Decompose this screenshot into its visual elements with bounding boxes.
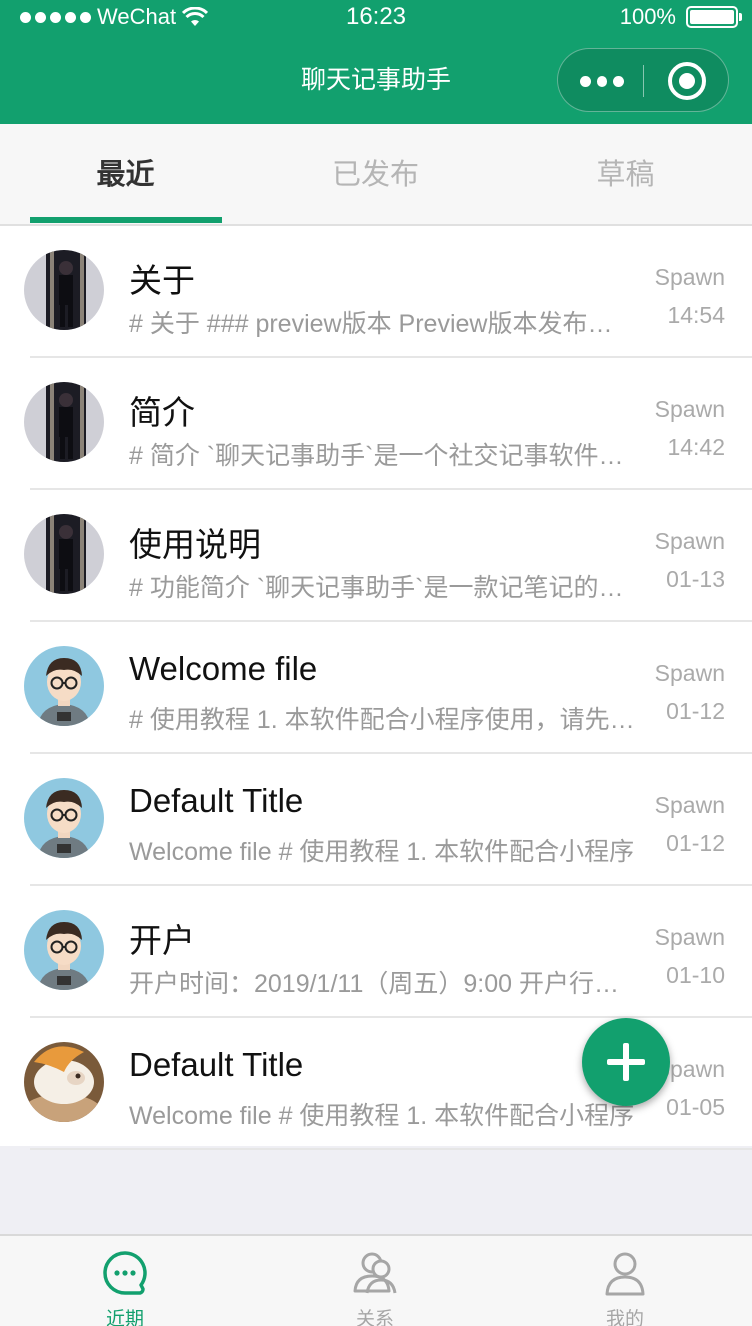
note-time: 01-13 <box>666 566 725 592</box>
note-title: 简介 <box>129 394 195 431</box>
note-time: 01-05 <box>666 1094 725 1120</box>
battery-percent: 100% <box>619 4 676 29</box>
photo-avatar <box>24 382 104 462</box>
list-item[interactable]: 使用说明 # 功能简介 `聊天记事助手`是一款记笔记的软件 Spawn 01-1… <box>0 490 752 622</box>
note-preview: # 使用教程 1. 本软件配合小程序使用，请先关注 <box>129 706 635 734</box>
note-author: Spawn <box>654 924 725 950</box>
cat-avatar <box>24 1042 104 1122</box>
note-preview: # 关于 ### preview版本 Preview版本发布时间 <box>129 310 635 338</box>
person-icon <box>605 1252 645 1296</box>
note-time: 01-12 <box>666 830 725 856</box>
note-author: Spawn <box>654 792 725 818</box>
bottom-tab-bar: 近期 关系 我的 <box>0 1234 752 1326</box>
more-menu-icon[interactable] <box>580 71 625 91</box>
tabbar-item-recent[interactable]: 近期 <box>0 1236 250 1326</box>
note-preview: # 简介 `聊天记事助手`是一个社交记事软件，专为 <box>129 442 635 470</box>
note-time: 01-12 <box>666 698 725 724</box>
cartoon-avatar <box>24 646 104 726</box>
list-item[interactable]: 开户 开户时间：2019/1/11（周五）9:00 开户行：工商 Spawn 0… <box>0 886 752 1018</box>
close-mini-program-icon[interactable] <box>668 62 706 100</box>
note-preview: 开户时间：2019/1/11（周五）9:00 开户行：工商 <box>129 970 635 998</box>
status-bar: WeChat 16:23 100% <box>0 0 752 34</box>
note-preview: Welcome file # 使用教程 1. 本软件配合小程序 <box>129 1102 635 1130</box>
note-time: 14:42 <box>667 434 725 460</box>
tabbar-label: 我的 <box>605 1309 644 1326</box>
photo-avatar <box>24 514 104 594</box>
notes-list: 关于 # 关于 ### preview版本 Preview版本发布时间 Spaw… <box>0 226 752 1150</box>
cartoon-avatar <box>24 778 104 858</box>
note-time: 01-10 <box>666 962 725 988</box>
navigation-header: WeChat 16:23 100% 聊天记事助手 <box>0 0 752 124</box>
battery-status: 100% <box>619 4 742 30</box>
mini-program-capsule <box>557 48 729 112</box>
note-title: Welcome file <box>129 650 318 687</box>
note-title: Default Title <box>129 1046 304 1083</box>
list-item[interactable]: Welcome file # 使用教程 1. 本软件配合小程序使用，请先关注 S… <box>0 622 752 754</box>
note-title: 使用说明 <box>129 526 261 563</box>
note-title: Default Title <box>129 782 304 819</box>
tabbar-label: 近期 <box>105 1309 144 1326</box>
note-author: Spawn <box>654 528 725 554</box>
note-title: 开户 <box>129 922 195 959</box>
add-note-button[interactable] <box>582 1018 670 1106</box>
note-author: Spawn <box>654 396 725 422</box>
list-item[interactable]: 简介 # 简介 `聊天记事助手`是一个社交记事软件，专为 Spawn 14:42 <box>0 358 752 490</box>
active-tab-indicator <box>30 217 222 223</box>
note-time: 14:54 <box>667 302 725 328</box>
photo-avatar <box>24 250 104 330</box>
divider <box>30 1148 752 1150</box>
battery-icon <box>686 6 742 28</box>
note-title: 关于 <box>129 262 195 299</box>
list-item[interactable]: 关于 # 关于 ### preview版本 Preview版本发布时间 Spaw… <box>0 226 752 358</box>
tab-drafts[interactable]: 草稿 <box>500 124 751 224</box>
notes-tabs: 最近 已发布 草稿 <box>0 124 752 226</box>
note-preview: Welcome file # 使用教程 1. 本软件配合小程序 <box>129 838 635 866</box>
note-preview: # 功能简介 `聊天记事助手`是一款记笔记的软件 <box>129 574 635 602</box>
tab-recent[interactable]: 最近 <box>0 124 251 224</box>
note-author: Spawn <box>654 264 725 290</box>
tabbar-label: 关系 <box>355 1309 394 1326</box>
list-item[interactable]: Default Title Welcome file # 使用教程 1. 本软件… <box>0 754 752 886</box>
tab-published[interactable]: 已发布 <box>250 124 501 224</box>
note-author: Spawn <box>654 660 725 686</box>
cartoon-avatar <box>24 910 104 990</box>
capsule-divider <box>643 65 644 97</box>
chat-bubble-icon <box>103 1251 147 1295</box>
tabbar-item-mine[interactable]: 我的 <box>500 1236 750 1326</box>
contacts-icon <box>353 1252 397 1294</box>
tabbar-item-relations[interactable]: 关系 <box>250 1236 500 1326</box>
